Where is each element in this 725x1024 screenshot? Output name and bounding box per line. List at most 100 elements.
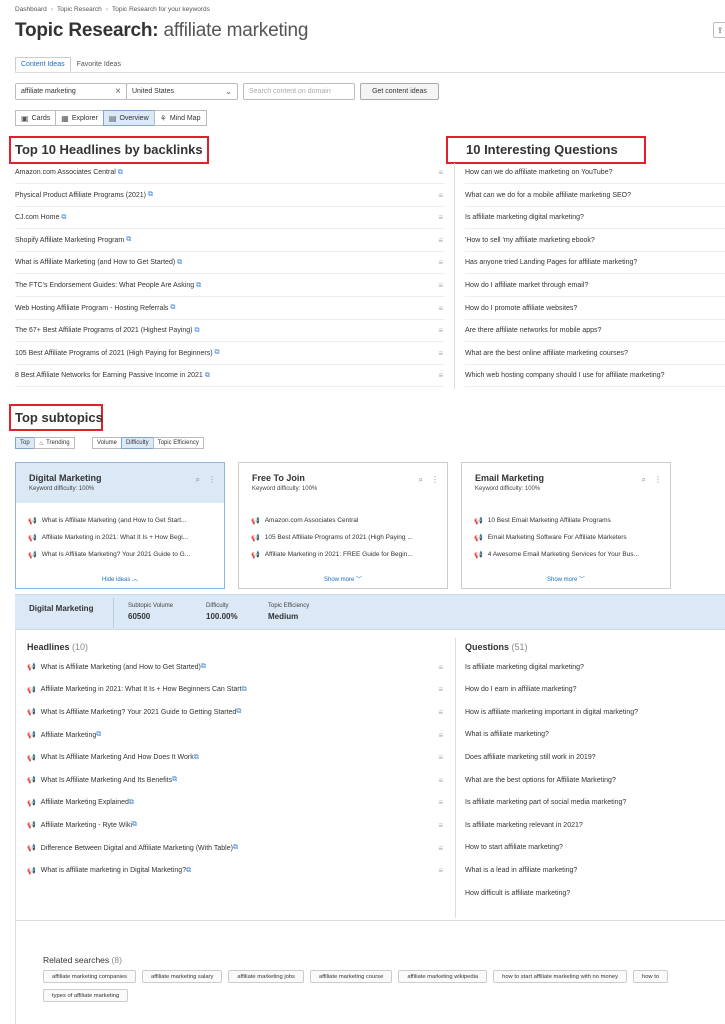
external-link-icon[interactable]: ⧉ bbox=[205, 372, 210, 380]
related-search-chip[interactable]: affiliate marketing jobs bbox=[228, 970, 304, 983]
add-to-favorites-icon[interactable]: ≡ bbox=[438, 663, 443, 672]
subtopic-card-toggle[interactable]: Hide ideas ︿ bbox=[16, 574, 224, 583]
external-link-icon[interactable]: ⧉ bbox=[201, 663, 206, 671]
add-to-favorites-icon[interactable]: ≡ bbox=[438, 753, 443, 762]
add-to-favorites-icon[interactable]: ≡ bbox=[438, 685, 443, 694]
headline-link[interactable]: Web Hosting Affiliate Program - Hosting … bbox=[15, 305, 168, 312]
detail-headline-link[interactable]: What Is Affiliate Marketing And Its Bene… bbox=[41, 777, 172, 784]
more-vertical-icon[interactable]: ⋮ bbox=[431, 475, 439, 485]
detail-question-text[interactable]: How is affiliate marketing important in … bbox=[465, 709, 638, 716]
add-to-favorites-icon[interactable]: ≡ bbox=[438, 304, 443, 313]
detail-headline-link[interactable]: Difference Between Digital and Affiliate… bbox=[41, 845, 233, 852]
add-to-favorites-icon[interactable]: ≡ bbox=[438, 191, 443, 200]
country-select[interactable]: United States ⌄ bbox=[126, 83, 238, 100]
more-vertical-icon[interactable]: ⋮ bbox=[654, 475, 662, 485]
detail-question-text[interactable]: What are the best options for Affiliate … bbox=[465, 777, 616, 784]
detail-question-text[interactable]: What is a lead in affiliate marketing? bbox=[465, 867, 577, 874]
question-text[interactable]: 'How to sell 'my affiliate marketing ebo… bbox=[465, 237, 595, 244]
detail-question-text[interactable]: Does affiliate marketing still work in 2… bbox=[465, 754, 596, 761]
question-text[interactable]: Has anyone tried Landing Pages for affil… bbox=[465, 259, 637, 266]
subtopic-card-item[interactable]: 📢 Email Marketing Software For Affiliate … bbox=[462, 529, 670, 546]
breadcrumb-dashboard[interactable]: Dashboard bbox=[15, 6, 47, 13]
headline-link[interactable]: Physical Product Affiliate Programs (202… bbox=[15, 192, 146, 199]
detail-headline-link[interactable]: Affiliate Marketing in 2021: What It Is … bbox=[41, 686, 242, 693]
external-link-icon[interactable]: ⧉ bbox=[148, 191, 153, 199]
tab-favorite-ideas[interactable]: Favorite Ideas bbox=[71, 57, 127, 72]
related-search-chip[interactable]: affiliate marketing companies bbox=[43, 970, 136, 983]
external-link-icon[interactable]: ⧉ bbox=[118, 169, 123, 177]
question-text[interactable]: How do I affiliate market through email? bbox=[465, 282, 588, 289]
subtopic-card-item[interactable]: 📢 10 Best Email Marketing Affiliate Progr… bbox=[462, 512, 670, 529]
view-mind-map-button[interactable]: ⚘ Mind Map bbox=[153, 110, 207, 126]
question-text[interactable]: Is affiliate marketing digital marketing… bbox=[465, 214, 584, 221]
external-link-icon[interactable]: ⧉ bbox=[186, 867, 191, 875]
add-to-favorites-icon[interactable]: ≡ bbox=[438, 844, 443, 853]
add-to-favorites-icon[interactable]: ≡ bbox=[438, 821, 443, 830]
external-link-icon[interactable]: ⧉ bbox=[170, 304, 175, 312]
add-to-favorites-icon[interactable]: ≡ bbox=[438, 731, 443, 740]
headline-link[interactable]: 8 Best Affiliate Networks for Earning Pa… bbox=[15, 372, 203, 379]
view-explorer-button[interactable]: ▦ Explorer bbox=[55, 110, 104, 126]
external-link-icon[interactable]: ⧉ bbox=[96, 731, 101, 739]
keyword-input[interactable]: affiliate marketing × bbox=[15, 83, 127, 100]
export-button[interactable]: ⇪ bbox=[713, 22, 725, 38]
sort-difficulty-button[interactable]: Difficulty bbox=[121, 437, 154, 449]
add-to-favorites-icon[interactable]: ≡ bbox=[438, 213, 443, 222]
add-to-favorites-icon[interactable]: ≡ bbox=[438, 349, 443, 358]
add-to-favorites-icon[interactable]: ≡ bbox=[438, 798, 443, 807]
external-link-icon[interactable]: ⧉ bbox=[126, 236, 131, 244]
subtopic-card[interactable]: Free To Join Keyword difficulty: 100% ⌕ ⋮ 📢 A… bbox=[238, 462, 448, 589]
add-to-favorites-icon[interactable]: ≡ bbox=[438, 708, 443, 717]
external-link-icon[interactable]: ⧉ bbox=[172, 776, 177, 784]
subtopic-card-item[interactable]: 📢 What is Affiliate Marketing (and How to… bbox=[16, 512, 224, 529]
external-link-icon[interactable]: ⧉ bbox=[194, 754, 199, 762]
question-text[interactable]: Which web hosting company should I use f… bbox=[465, 372, 664, 379]
clear-icon[interactable]: × bbox=[115, 86, 121, 97]
detail-question-text[interactable]: How difficult is affiliate marketing? bbox=[465, 890, 570, 897]
detail-headline-link[interactable]: Affiliate Marketing bbox=[41, 732, 97, 739]
add-to-favorites-icon[interactable]: ≡ bbox=[438, 776, 443, 785]
sort-trending-button[interactable]: ♨ Trending bbox=[33, 437, 75, 449]
subtopic-card-item[interactable]: 📢 Affiliate Marketing in 2021: FREE Guide… bbox=[239, 546, 447, 563]
related-search-chip[interactable]: how to bbox=[632, 970, 669, 983]
subtopic-card-item[interactable]: 📢 4 Awesome Email Marketing Services for … bbox=[462, 546, 670, 563]
external-link-icon[interactable]: ⧉ bbox=[236, 708, 241, 716]
sort-volume-button[interactable]: Volume bbox=[92, 437, 123, 449]
more-vertical-icon[interactable]: ⋮ bbox=[208, 475, 216, 485]
search-icon[interactable]: ⌕ bbox=[642, 475, 646, 485]
subtopic-card-toggle[interactable]: Show more ﹀ bbox=[462, 574, 670, 583]
domain-search-input[interactable]: Search content on domain bbox=[243, 83, 355, 100]
headline-link[interactable]: Shopify Affiliate Marketing Program bbox=[15, 237, 124, 244]
detail-headline-link[interactable]: Affiliate Marketing Explained bbox=[41, 799, 129, 806]
subtopic-card-item[interactable]: 📢 What Is Affiliate Marketing? Your 2021 … bbox=[16, 546, 224, 563]
detail-question-text[interactable]: What is affiliate marketing? bbox=[465, 731, 549, 738]
headline-link[interactable]: The 67+ Best Affiliate Programs of 2021 … bbox=[15, 327, 193, 334]
detail-question-text[interactable]: How to start affiliate marketing? bbox=[465, 844, 563, 851]
external-link-icon[interactable]: ⧉ bbox=[129, 799, 134, 807]
related-search-chip[interactable]: affiliate marketing course bbox=[309, 970, 393, 983]
tab-content-ideas[interactable]: Content Ideas bbox=[15, 57, 71, 72]
headline-link[interactable]: CJ.com Home bbox=[15, 214, 59, 221]
external-link-icon[interactable]: ⧉ bbox=[215, 349, 220, 357]
add-to-favorites-icon[interactable]: ≡ bbox=[438, 258, 443, 267]
subtopic-card-item[interactable]: 📢 Affiliate Marketing in 2021: What It Is… bbox=[16, 529, 224, 546]
add-to-favorites-icon[interactable]: ≡ bbox=[438, 168, 443, 177]
add-to-favorites-icon[interactable]: ≡ bbox=[438, 281, 443, 290]
search-icon[interactable]: ⌕ bbox=[419, 475, 423, 485]
external-link-icon[interactable]: ⧉ bbox=[61, 214, 66, 222]
subtopic-card-toggle[interactable]: Show more ﹀ bbox=[239, 574, 447, 583]
headline-link[interactable]: 105 Best Affiliate Programs of 2021 (Hig… bbox=[15, 350, 213, 357]
subtopic-card[interactable]: Digital Marketing Keyword difficulty: 100… bbox=[15, 462, 225, 589]
external-link-icon[interactable]: ⧉ bbox=[233, 844, 238, 852]
detail-question-text[interactable]: Is affiliate marketing part of social me… bbox=[465, 799, 626, 806]
question-text[interactable]: What are the best online affiliate marke… bbox=[465, 350, 628, 357]
related-search-chip[interactable]: affiliate marketing wikipedia bbox=[398, 970, 488, 983]
subtopic-card-item[interactable]: 📢 105 Best Affiliate Programs of 2021 (Hi… bbox=[239, 529, 447, 546]
subtopic-card[interactable]: Email Marketing Keyword difficulty: 100% ⌕… bbox=[461, 462, 671, 589]
related-search-chip[interactable]: affiliate marketing salary bbox=[141, 970, 223, 983]
sort-top-button[interactable]: Top bbox=[15, 437, 35, 449]
question-text[interactable]: Are there affiliate networks for mobile … bbox=[465, 327, 601, 334]
detail-headline-link[interactable]: What is affiliate marketing in Digital M… bbox=[41, 867, 186, 874]
question-text[interactable]: What can we do for a mobile affiliate ma… bbox=[465, 192, 631, 199]
detail-question-text[interactable]: Is affiliate marketing relevant in 2021? bbox=[465, 822, 583, 829]
